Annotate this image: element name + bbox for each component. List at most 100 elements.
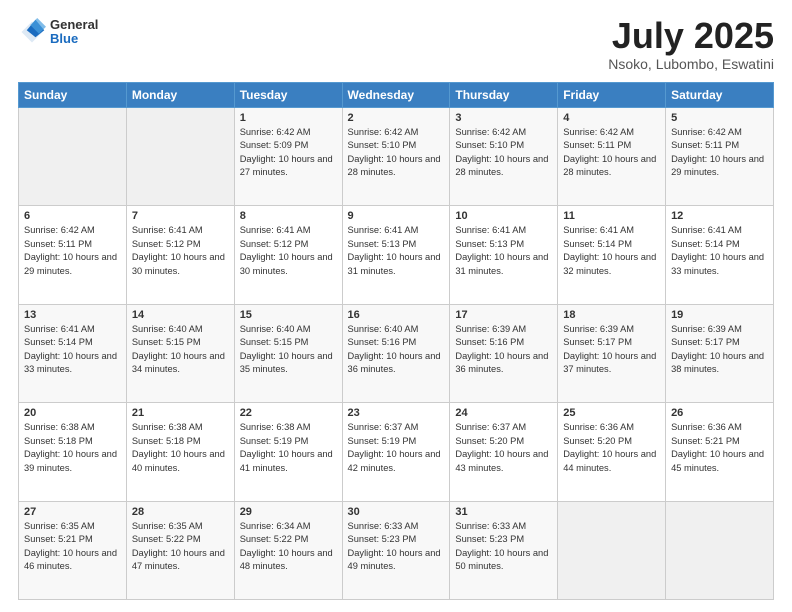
- day-number: 21: [132, 407, 229, 419]
- day-number: 16: [348, 309, 445, 321]
- calendar-cell: [558, 501, 666, 599]
- logo-general: General: [50, 18, 98, 32]
- day-number: 26: [671, 407, 768, 419]
- calendar-cell: 25 Sunrise: 6:36 AM Sunset: 5:20 PM Dayli…: [558, 403, 666, 501]
- calendar-cell: 21 Sunrise: 6:38 AM Sunset: 5:18 PM Dayli…: [126, 403, 234, 501]
- day-info: Sunrise: 6:40 AM Sunset: 5:15 PM Dayligh…: [240, 323, 337, 377]
- day-number: 25: [563, 407, 660, 419]
- calendar-cell: 1 Sunrise: 6:42 AM Sunset: 5:09 PM Daylig…: [234, 108, 342, 206]
- day-number: 4: [563, 112, 660, 124]
- day-info: Sunrise: 6:36 AM Sunset: 5:21 PM Dayligh…: [671, 421, 768, 475]
- day-number: 30: [348, 506, 445, 518]
- day-number: 14: [132, 309, 229, 321]
- calendar-cell: 18Sunrise: 6:39 AM Sunset: 5:17 PM Dayli…: [558, 304, 666, 402]
- header: General Blue July 2025 Nsoko, Lubombo, E…: [18, 18, 774, 72]
- day-info: Sunrise: 6:42 AM Sunset: 5:11 PM Dayligh…: [563, 126, 660, 180]
- calendar-cell: 27Sunrise: 6:35 AM Sunset: 5:21 PM Dayli…: [19, 501, 127, 599]
- calendar-header-row: SundayMondayTuesdayWednesdayThursdayFrid…: [19, 83, 774, 108]
- day-info: Sunrise: 6:33 AM Sunset: 5:23 PM Dayligh…: [455, 520, 552, 574]
- calendar-cell: [126, 108, 234, 206]
- calendar-cell: 13 Sunrise: 6:41 AM Sunset: 5:14 PM Dayli…: [19, 304, 127, 402]
- calendar-header-saturday: Saturday: [666, 83, 774, 108]
- calendar-cell: 22Sunrise: 6:38 AM Sunset: 5:19 PM Dayli…: [234, 403, 342, 501]
- day-number: 17: [455, 309, 552, 321]
- calendar-cell: 10 Sunrise: 6:41 AM Sunset: 5:13 PM Dayli…: [450, 206, 558, 304]
- day-number: 11: [563, 210, 660, 222]
- calendar-cell: 3Sunrise: 6:42 AM Sunset: 5:10 PM Daylig…: [450, 108, 558, 206]
- day-number: 13: [24, 309, 121, 321]
- title-month: July 2025: [608, 18, 774, 54]
- day-info: Sunrise: 6:41 AM Sunset: 5:14 PM Dayligh…: [671, 224, 768, 278]
- calendar-cell: 24 Sunrise: 6:37 AM Sunset: 5:20 PM Dayli…: [450, 403, 558, 501]
- day-info: Sunrise: 6:42 AM Sunset: 5:11 PM Dayligh…: [24, 224, 121, 278]
- day-number: 22: [240, 407, 337, 419]
- day-info: Sunrise: 6:34 AM Sunset: 5:22 PM Dayligh…: [240, 520, 337, 574]
- logo-text: General Blue: [50, 18, 98, 47]
- day-number: 28: [132, 506, 229, 518]
- calendar-week-2: 6 Sunrise: 6:42 AM Sunset: 5:11 PM Daylig…: [19, 206, 774, 304]
- day-info: Sunrise: 6:41 AM Sunset: 5:14 PM Dayligh…: [24, 323, 121, 377]
- calendar-cell: 29 Sunrise: 6:34 AM Sunset: 5:22 PM Dayli…: [234, 501, 342, 599]
- day-number: 20: [24, 407, 121, 419]
- day-info: Sunrise: 6:33 AM Sunset: 5:23 PM Dayligh…: [348, 520, 445, 574]
- day-number: 1: [240, 112, 337, 124]
- calendar-cell: 12 Sunrise: 6:41 AM Sunset: 5:14 PM Dayli…: [666, 206, 774, 304]
- day-number: 19: [671, 309, 768, 321]
- day-number: 2: [348, 112, 445, 124]
- day-info: Sunrise: 6:37 AM Sunset: 5:20 PM Dayligh…: [455, 421, 552, 475]
- calendar-cell: 14 Sunrise: 6:40 AM Sunset: 5:15 PM Dayli…: [126, 304, 234, 402]
- calendar-cell: 26 Sunrise: 6:36 AM Sunset: 5:21 PM Dayli…: [666, 403, 774, 501]
- day-info: Sunrise: 6:35 AM Sunset: 5:22 PM Dayligh…: [132, 520, 229, 574]
- calendar-header-sunday: Sunday: [19, 83, 127, 108]
- day-info: Sunrise: 6:38 AM Sunset: 5:18 PM Dayligh…: [24, 421, 121, 475]
- calendar-week-1: 1 Sunrise: 6:42 AM Sunset: 5:09 PM Daylig…: [19, 108, 774, 206]
- day-number: 15: [240, 309, 337, 321]
- day-number: 5: [671, 112, 768, 124]
- title-location: Nsoko, Lubombo, Eswatini: [608, 56, 774, 72]
- title-block: July 2025 Nsoko, Lubombo, Eswatini: [608, 18, 774, 72]
- calendar-cell: 7 Sunrise: 6:41 AM Sunset: 5:12 PM Daylig…: [126, 206, 234, 304]
- day-info: Sunrise: 6:36 AM Sunset: 5:20 PM Dayligh…: [563, 421, 660, 475]
- day-number: 29: [240, 506, 337, 518]
- day-info: Sunrise: 6:42 AM Sunset: 5:09 PM Dayligh…: [240, 126, 337, 180]
- calendar-cell: 30 Sunrise: 6:33 AM Sunset: 5:23 PM Dayli…: [342, 501, 450, 599]
- day-number: 31: [455, 506, 552, 518]
- calendar-cell: [666, 501, 774, 599]
- day-number: 9: [348, 210, 445, 222]
- calendar-cell: 9 Sunrise: 6:41 AM Sunset: 5:13 PM Daylig…: [342, 206, 450, 304]
- day-number: 6: [24, 210, 121, 222]
- day-info: Sunrise: 6:42 AM Sunset: 5:11 PM Dayligh…: [671, 126, 768, 180]
- day-info: Sunrise: 6:41 AM Sunset: 5:13 PM Dayligh…: [455, 224, 552, 278]
- day-number: 24: [455, 407, 552, 419]
- calendar-cell: 5 Sunrise: 6:42 AM Sunset: 5:11 PM Daylig…: [666, 108, 774, 206]
- day-number: 10: [455, 210, 552, 222]
- calendar-cell: 8Sunrise: 6:41 AM Sunset: 5:12 PM Daylig…: [234, 206, 342, 304]
- calendar-table: SundayMondayTuesdayWednesdayThursdayFrid…: [18, 82, 774, 600]
- day-info: Sunrise: 6:41 AM Sunset: 5:13 PM Dayligh…: [348, 224, 445, 278]
- calendar-cell: 4 Sunrise: 6:42 AM Sunset: 5:11 PM Daylig…: [558, 108, 666, 206]
- calendar-cell: [19, 108, 127, 206]
- day-info: Sunrise: 6:39 AM Sunset: 5:17 PM Dayligh…: [671, 323, 768, 377]
- day-info: Sunrise: 6:39 AM Sunset: 5:17 PM Dayligh…: [563, 323, 660, 377]
- day-number: 12: [671, 210, 768, 222]
- calendar-header-wednesday: Wednesday: [342, 83, 450, 108]
- calendar-cell: 19 Sunrise: 6:39 AM Sunset: 5:17 PM Dayli…: [666, 304, 774, 402]
- day-number: 23: [348, 407, 445, 419]
- day-info: Sunrise: 6:41 AM Sunset: 5:12 PM Dayligh…: [132, 224, 229, 278]
- calendar-cell: 15 Sunrise: 6:40 AM Sunset: 5:15 PM Dayli…: [234, 304, 342, 402]
- day-info: Sunrise: 6:40 AM Sunset: 5:15 PM Dayligh…: [132, 323, 229, 377]
- day-info: Sunrise: 6:39 AM Sunset: 5:16 PM Dayligh…: [455, 323, 552, 377]
- day-info: Sunrise: 6:41 AM Sunset: 5:14 PM Dayligh…: [563, 224, 660, 278]
- day-info: Sunrise: 6:40 AM Sunset: 5:16 PM Dayligh…: [348, 323, 445, 377]
- logo-icon: [18, 18, 46, 46]
- logo-blue: Blue: [50, 32, 98, 46]
- calendar-week-3: 13 Sunrise: 6:41 AM Sunset: 5:14 PM Dayli…: [19, 304, 774, 402]
- day-number: 7: [132, 210, 229, 222]
- calendar-header-monday: Monday: [126, 83, 234, 108]
- calendar-cell: 31 Sunrise: 6:33 AM Sunset: 5:23 PM Dayli…: [450, 501, 558, 599]
- calendar-week-4: 20 Sunrise: 6:38 AM Sunset: 5:18 PM Dayli…: [19, 403, 774, 501]
- calendar-cell: 16 Sunrise: 6:40 AM Sunset: 5:16 PM Dayli…: [342, 304, 450, 402]
- calendar-header-thursday: Thursday: [450, 83, 558, 108]
- day-info: Sunrise: 6:37 AM Sunset: 5:19 PM Dayligh…: [348, 421, 445, 475]
- day-info: Sunrise: 6:38 AM Sunset: 5:18 PM Dayligh…: [132, 421, 229, 475]
